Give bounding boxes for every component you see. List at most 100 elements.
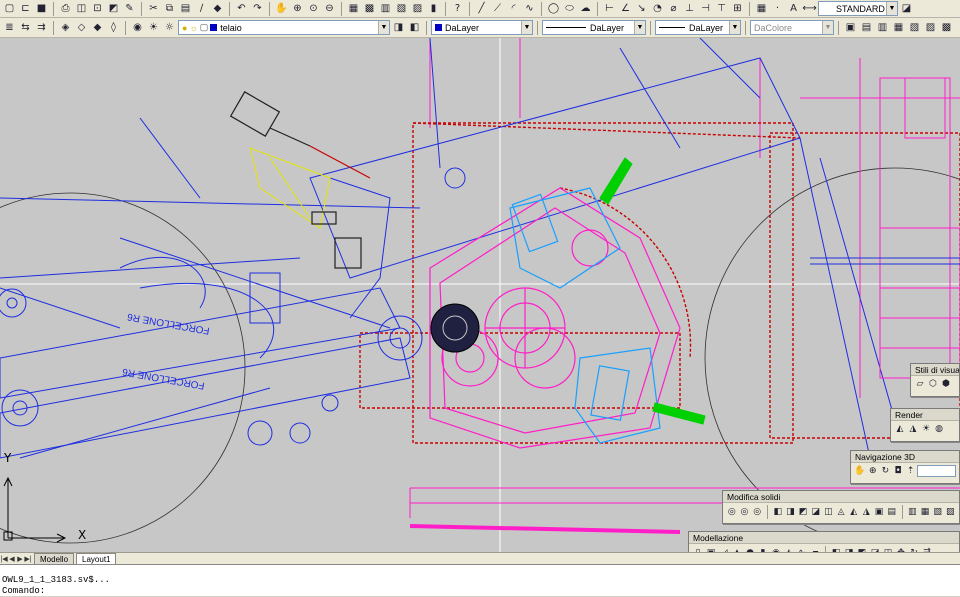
- viewport-icon[interactable]: ▣: [843, 20, 858, 35]
- pan-3d-icon[interactable]: ✋: [854, 465, 866, 477]
- move-faces-icon[interactable]: ◨: [785, 506, 797, 518]
- plotstyle-select[interactable]: DaColore ▼: [750, 20, 834, 35]
- render-icon[interactable]: ◮: [907, 423, 919, 435]
- layer-walk-icon[interactable]: ◇: [74, 20, 89, 35]
- modeling-palette[interactable]: Modellazione ▯ ▣ ◿ ▲ ● ▮ ◉ ◭ ∿ ▰ ◧ ◨ ◩ ◪…: [688, 531, 960, 552]
- table-style-icon[interactable]: ◪: [899, 1, 914, 16]
- text-style-select[interactable]: STANDARD ▼: [818, 1, 898, 16]
- layer-match-icon[interactable]: ◧: [407, 20, 422, 35]
- camera-icon[interactable]: ◘: [892, 465, 904, 477]
- table-icon[interactable]: ▦: [754, 1, 769, 16]
- spline-icon[interactable]: ∿: [522, 1, 537, 16]
- layer-freeze-icon[interactable]: ◆: [90, 20, 105, 35]
- new-icon[interactable]: ▢: [2, 1, 17, 16]
- tolerance-icon[interactable]: ⊞: [730, 1, 745, 16]
- 3d-wireframe-icon[interactable]: ⬡: [927, 378, 939, 390]
- block-editor-icon[interactable]: ◆: [210, 1, 225, 16]
- viewport-clip-icon[interactable]: ▥: [875, 20, 890, 35]
- make-current-icon[interactable]: ◨: [391, 20, 406, 35]
- tab-modello[interactable]: Modello: [34, 553, 75, 564]
- render-palette[interactable]: Render ◭ ◮ ☀ ◍: [890, 408, 960, 442]
- 2d-wireframe-icon[interactable]: ▱: [914, 378, 926, 390]
- hidden-icon[interactable]: ⬢: [940, 378, 952, 390]
- dimension-icon[interactable]: ⊢: [602, 1, 617, 16]
- command-line[interactable]: OWL9_1_1_3183.sv$... Comando:: [0, 564, 960, 596]
- revcloud-icon[interactable]: ☁: [578, 1, 593, 16]
- color-faces-icon[interactable]: ◮: [861, 506, 873, 518]
- linetype-select[interactable]: DaLayer ▼: [542, 20, 646, 35]
- redo-icon[interactable]: ↷: [250, 1, 265, 16]
- zoom-previous-icon[interactable]: ⊖: [322, 1, 337, 16]
- prev-tab-icon[interactable]: ◀: [8, 554, 16, 564]
- layer-manager-icon[interactable]: ≣: [2, 20, 17, 35]
- help-icon[interactable]: ?: [450, 1, 465, 16]
- zoom-window-icon[interactable]: ⊙: [306, 1, 321, 16]
- line-icon[interactable]: ╱: [474, 1, 489, 16]
- viewport-max-icon[interactable]: ▨: [923, 20, 938, 35]
- separate-icon[interactable]: ▧: [932, 506, 944, 518]
- circle-icon[interactable]: ◯: [546, 1, 561, 16]
- pan-icon[interactable]: ✋: [274, 1, 289, 16]
- drawing-area[interactable]: FORCELLONE R6 FORCELLONE R6 Y X Stili di…: [0, 38, 960, 552]
- undo-icon[interactable]: ↶: [234, 1, 249, 16]
- toolpalette-icon[interactable]: ▥: [378, 1, 393, 16]
- copy-icon[interactable]: ⧉: [162, 1, 177, 16]
- brush-icon[interactable]: ✎: [122, 1, 137, 16]
- imprint-icon[interactable]: ▥: [906, 506, 918, 518]
- calculator-icon[interactable]: ▮: [426, 1, 441, 16]
- layer-isolate-icon[interactable]: ◈: [58, 20, 73, 35]
- intersect-icon[interactable]: ◎: [751, 506, 763, 518]
- subtract-icon[interactable]: ◎: [739, 506, 751, 518]
- continue-dim-icon[interactable]: ⊤: [714, 1, 729, 16]
- publish-icon[interactable]: ⊡: [90, 1, 105, 16]
- clean-icon[interactable]: ▦: [919, 506, 931, 518]
- dim-style-icon[interactable]: ⟷: [802, 1, 817, 16]
- polyline-icon[interactable]: ⟋: [490, 1, 505, 16]
- color-select[interactable]: DaLayer ▼: [431, 20, 533, 35]
- shell-icon[interactable]: ▨: [944, 506, 956, 518]
- text-style-icon[interactable]: A: [786, 1, 801, 16]
- radius-dim-icon[interactable]: ◔: [650, 1, 665, 16]
- matchprop-icon[interactable]: ∕: [194, 1, 209, 16]
- materials-icon[interactable]: ◍: [933, 423, 945, 435]
- paste-icon[interactable]: ▤: [178, 1, 193, 16]
- baseline-dim-icon[interactable]: ⊣: [698, 1, 713, 16]
- bulb-icon[interactable]: ☀: [146, 20, 161, 35]
- offset-faces-icon[interactable]: ◩: [797, 506, 809, 518]
- last-tab-icon[interactable]: ▶|: [24, 554, 32, 564]
- sheetset-manager-icon[interactable]: ▧: [394, 1, 409, 16]
- visual-styles-palette[interactable]: Stili di visual ▱ ⬡ ⬢: [910, 363, 960, 397]
- sheetset-icon[interactable]: ◩: [106, 1, 121, 16]
- angular-dim-icon[interactable]: ∠: [618, 1, 633, 16]
- open-icon[interactable]: ⊏: [18, 1, 33, 16]
- rotate-faces-icon[interactable]: ◫: [823, 506, 835, 518]
- save-icon[interactable]: ■: [34, 1, 49, 16]
- layer-state-icon[interactable]: ⇉: [34, 20, 49, 35]
- viewport-join-icon[interactable]: ▩: [939, 20, 954, 35]
- markup-icon[interactable]: ▨: [410, 1, 425, 16]
- plot-icon[interactable]: ⎙: [58, 1, 73, 16]
- layer-lock-icon[interactable]: ◊: [106, 20, 121, 35]
- extrude-faces-icon[interactable]: ◧: [772, 506, 784, 518]
- arc-icon[interactable]: ◜: [506, 1, 521, 16]
- point-icon[interactable]: ·: [770, 1, 785, 16]
- taper-faces-icon[interactable]: ◬: [835, 506, 847, 518]
- first-tab-icon[interactable]: |◀: [0, 554, 8, 564]
- ellipse-icon[interactable]: ⬭: [562, 1, 577, 16]
- navigation-3d-palette[interactable]: Navigazione 3D ✋ ⊕ ↻ ◘ ⇡: [850, 450, 960, 484]
- lineweight-select[interactable]: DaLayer ▼: [655, 20, 741, 35]
- preview-icon[interactable]: ◫: [74, 1, 89, 16]
- navigation-3d-field[interactable]: [917, 465, 956, 477]
- cut-icon[interactable]: ✂: [146, 1, 161, 16]
- ordinate-dim-icon[interactable]: ⊥: [682, 1, 697, 16]
- viewport-scale-icon[interactable]: ▦: [891, 20, 906, 35]
- layer-previous-icon[interactable]: ⇆: [18, 20, 33, 35]
- properties-icon[interactable]: ▦: [346, 1, 361, 16]
- copy-edges-icon[interactable]: ▣: [873, 506, 885, 518]
- union-icon[interactable]: ◎: [726, 506, 738, 518]
- designcenter-icon[interactable]: ▩: [362, 1, 377, 16]
- tab-layout1[interactable]: Layout1: [76, 553, 117, 564]
- copy-faces-icon[interactable]: ◭: [848, 506, 860, 518]
- hide-icon[interactable]: ◭: [894, 423, 906, 435]
- zoom-3d-icon[interactable]: ⊕: [867, 465, 879, 477]
